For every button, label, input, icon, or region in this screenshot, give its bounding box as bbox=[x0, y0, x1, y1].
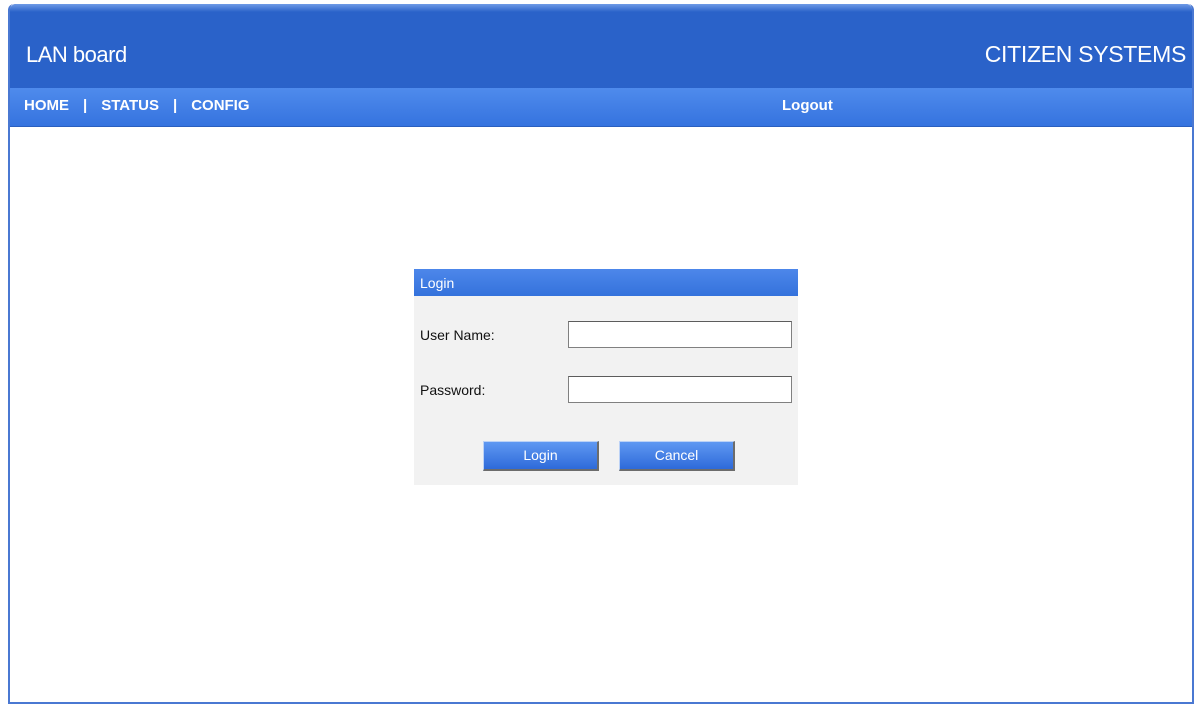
login-panel: Login User Name: Password: Login Cancel bbox=[414, 269, 798, 485]
login-button[interactable]: Login bbox=[483, 441, 599, 471]
header-gloss bbox=[10, 4, 1192, 12]
cancel-button[interactable]: Cancel bbox=[619, 441, 735, 471]
username-label: User Name: bbox=[420, 327, 495, 343]
brand-name: CITIZEN SYSTEMS bbox=[984, 41, 1187, 67]
nav-status-link[interactable]: STATUS bbox=[101, 97, 159, 114]
nav-home-link[interactable]: HOME bbox=[24, 97, 69, 114]
password-input[interactable] bbox=[568, 376, 792, 403]
nav-menu: HOME | STATUS | CONFIG bbox=[24, 97, 250, 114]
login-panel-title: Login bbox=[420, 275, 455, 291]
password-label: Password: bbox=[420, 382, 486, 398]
nav-bar: HOME | STATUS | CONFIG Logout bbox=[10, 88, 1192, 127]
app-title: LAN board bbox=[26, 42, 127, 67]
nav-separator: | bbox=[172, 97, 178, 114]
username-input[interactable] bbox=[568, 321, 792, 348]
nav-config-link[interactable]: CONFIG bbox=[191, 97, 249, 114]
login-panel-header: Login bbox=[414, 269, 798, 296]
logout-link[interactable]: Logout bbox=[782, 97, 833, 114]
page-frame: LAN board CITIZEN SYSTEMS HOME | STATUS … bbox=[8, 4, 1194, 704]
app-header: LAN board CITIZEN SYSTEMS bbox=[10, 4, 1192, 88]
nav-separator: | bbox=[83, 97, 88, 114]
